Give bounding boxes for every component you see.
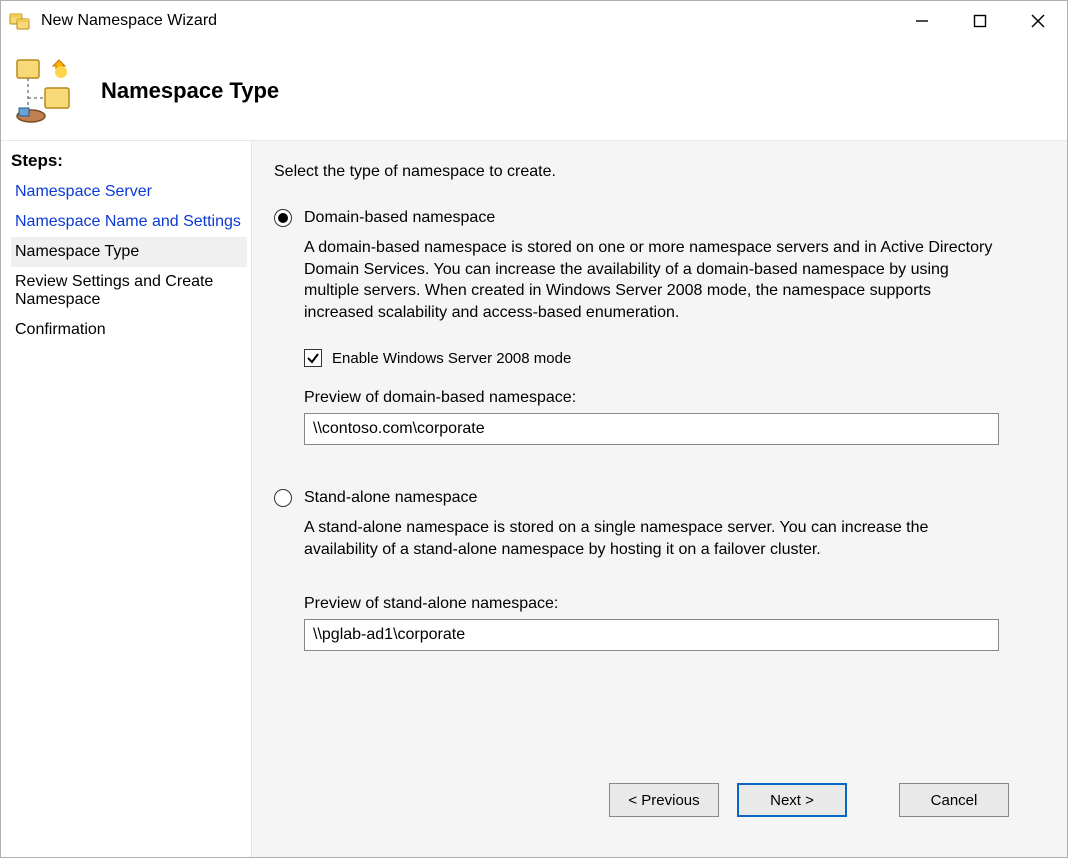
standalone-description: A stand-alone namespace is stored on a s… <box>304 517 1004 560</box>
close-button[interactable] <box>1009 2 1067 40</box>
previous-button[interactable]: < Previous <box>609 783 719 817</box>
domain-preview-label: Preview of domain-based namespace: <box>304 389 1037 407</box>
domain-preview-field[interactable] <box>304 413 999 445</box>
option-standalone: Stand-alone namespace A stand-alone name… <box>274 489 1037 650</box>
step-review-settings: Review Settings and Create Namespace <box>11 267 247 315</box>
standalone-preview-label: Preview of stand-alone namespace: <box>304 595 1037 613</box>
wizard-window: New Namespace Wizard <box>0 0 1068 858</box>
cancel-button[interactable]: Cancel <box>899 783 1009 817</box>
domain-based-description: A domain-based namespace is stored on on… <box>304 237 1004 323</box>
namespace-type-icon <box>13 56 83 126</box>
step-namespace-server[interactable]: Namespace Server <box>11 177 247 207</box>
radio-standalone[interactable] <box>274 489 292 507</box>
checkbox-ws2008-mode[interactable] <box>304 349 322 367</box>
steps-sidebar: Steps: Namespace Server Namespace Name a… <box>1 141 251 857</box>
page-title: Namespace Type <box>101 78 279 104</box>
step-namespace-name-and-settings[interactable]: Namespace Name and Settings <box>11 207 247 237</box>
content-pane: Select the type of namespace to create. … <box>251 141 1067 857</box>
next-button[interactable]: Next > <box>737 783 847 817</box>
checkbox-ws2008-mode-label: Enable Windows Server 2008 mode <box>332 350 571 367</box>
banner: Namespace Type <box>1 41 1067 141</box>
namespace-wizard-icon <box>9 11 31 31</box>
maximize-button[interactable] <box>951 2 1009 40</box>
minimize-button[interactable] <box>893 2 951 40</box>
standalone-preview-field[interactable] <box>304 619 999 651</box>
option-domain-based: Domain-based namespace A domain-based na… <box>274 209 1037 445</box>
intro-text: Select the type of namespace to create. <box>274 163 1037 181</box>
step-namespace-type[interactable]: Namespace Type <box>11 237 247 267</box>
radio-domain-based[interactable] <box>274 209 292 227</box>
step-confirmation: Confirmation <box>11 315 247 345</box>
radio-standalone-label: Stand-alone namespace <box>304 489 477 507</box>
radio-domain-based-label: Domain-based namespace <box>304 209 495 227</box>
wizard-footer: < Previous Next > Cancel <box>274 765 1037 837</box>
window-title: New Namespace Wizard <box>41 12 893 30</box>
steps-heading: Steps: <box>11 151 247 171</box>
titlebar: New Namespace Wizard <box>1 1 1067 41</box>
